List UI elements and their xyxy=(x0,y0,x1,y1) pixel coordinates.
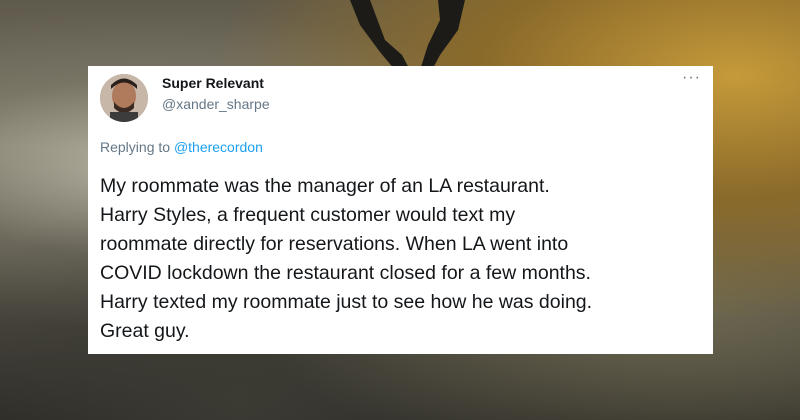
avatar-portrait xyxy=(100,74,148,122)
replying-to-prefix: Replying to xyxy=(100,139,174,155)
tweet-card: Super Relevant @xander_sharpe ··· Replyi… xyxy=(88,66,713,354)
display-name[interactable]: Super Relevant xyxy=(162,75,264,91)
tweet-text: My roommate was the manager of an LA res… xyxy=(100,175,593,342)
replying-to-line: Replying to @therecordon xyxy=(100,139,263,155)
replying-to-link[interactable]: @therecordon xyxy=(174,139,263,155)
background-figure-silhouette xyxy=(350,0,465,70)
avatar[interactable] xyxy=(100,74,148,122)
more-horizontal-icon[interactable]: ··· xyxy=(682,69,701,87)
user-handle[interactable]: @xander_sharpe xyxy=(162,96,270,112)
